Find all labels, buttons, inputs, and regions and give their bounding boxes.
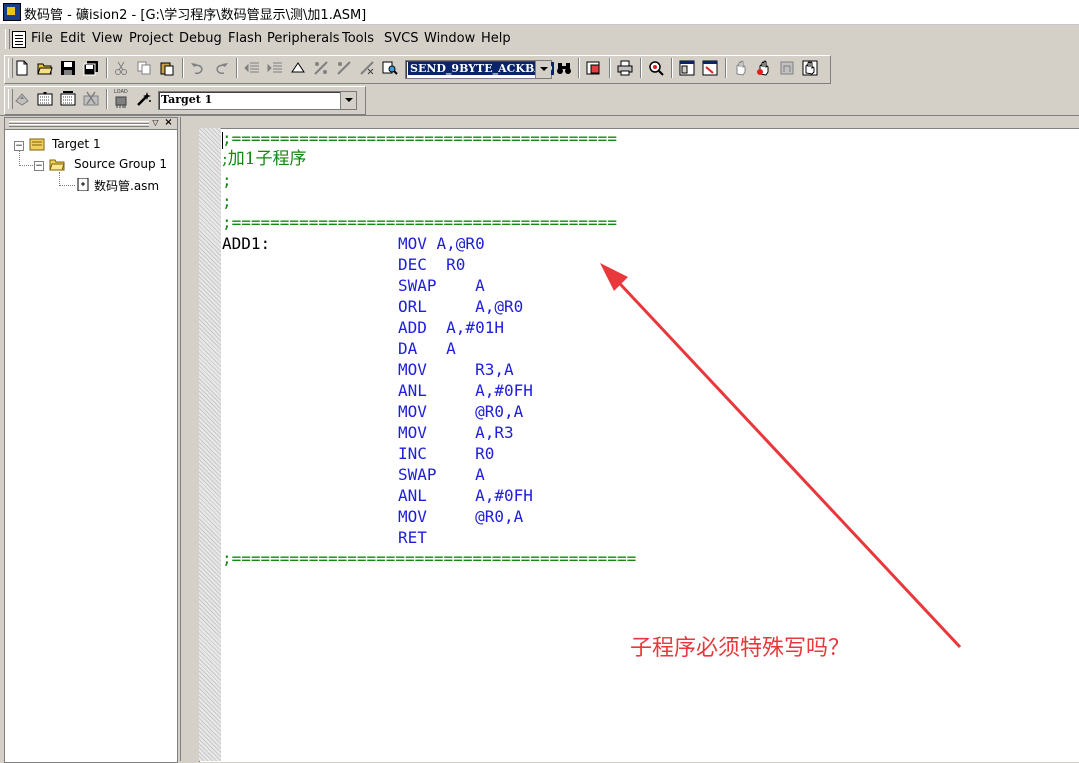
annotation-arrow-icon [600, 263, 962, 649]
stop-build-icon[interactable] [83, 91, 99, 107]
code-line: MOV A,R3 [398, 423, 514, 442]
tree-target[interactable]: Target 1 [52, 137, 101, 151]
bookmark-next-icon[interactable] [313, 60, 329, 76]
folder-open-icon [49, 159, 65, 171]
save-icon[interactable] [60, 60, 76, 76]
code-label: ADD1: [222, 234, 271, 253]
target-icon [29, 138, 45, 151]
code-line: ANL A,#0FH [398, 381, 533, 400]
comment-separator: ;=======================================… [222, 213, 617, 232]
code-line: MOV A,@R0 [398, 234, 485, 253]
code-line: RET [398, 528, 427, 547]
code-line: SWAP A [398, 465, 485, 484]
undo-icon[interactable] [190, 60, 206, 76]
menu-debug[interactable]: Debug [179, 31, 222, 46]
app-icon [3, 3, 21, 21]
save-all-icon[interactable] [83, 60, 99, 76]
toolbar-grip[interactable] [8, 58, 13, 78]
comment-separator-bottom: ;=======================================… [222, 549, 637, 568]
menu-edit[interactable]: Edit [60, 31, 85, 46]
pane-close-icon[interactable]: × [163, 118, 174, 128]
comment-line: ; [222, 171, 232, 190]
file-toolbar: SEND_9BYTE_ACKBAO [0, 54, 1079, 84]
open-folder-icon[interactable] [37, 60, 53, 76]
target-combo-dropdown-icon[interactable] [340, 92, 356, 109]
pane-restore-icon[interactable]: ▽ [150, 118, 161, 128]
target-expand-toggle[interactable]: − [14, 141, 24, 151]
output-window-icon[interactable] [702, 60, 718, 76]
pane-header: ▽ × [5, 118, 177, 130]
build-toolbar: LOAD Target 1 [0, 85, 1079, 115]
flash-chip-icon [115, 96, 127, 108]
target-combo[interactable]: Target 1 [158, 91, 357, 110]
rebuild-all-icon[interactable] [60, 91, 76, 107]
code-line: ANL A,#0FH [398, 486, 533, 505]
comment-title: ;加1子程序 [222, 149, 307, 169]
menu-peripherals[interactable]: Peripherals [267, 31, 340, 46]
debug-start-icon[interactable] [648, 60, 664, 76]
annotation-question: 子程序必须特殊写吗？ [630, 636, 851, 661]
hand-all-icon[interactable] [802, 60, 818, 76]
menu-window[interactable]: Window [424, 31, 475, 46]
code-line: INC R0 [398, 444, 495, 463]
code-line: ADD A,#01H [398, 318, 504, 337]
print-icon[interactable] [617, 60, 633, 76]
project-window-icon[interactable] [679, 60, 695, 76]
hand-stop-icon[interactable] [756, 60, 772, 76]
menu-bar: File Edit View Project Debug Flash Perip… [0, 26, 1079, 52]
bookmark-clear-icon[interactable] [359, 60, 375, 76]
document-icon[interactable] [12, 31, 26, 48]
download-load-icon[interactable]: LOAD [113, 89, 129, 111]
title-bar: 数码管 - 礦ision2 - [G:\学习程序\数码管显示\测\加1.ASM] [0, 0, 1079, 25]
menubar-grip[interactable] [5, 29, 10, 49]
comment-separator-top: ;=======================================… [222, 129, 617, 148]
find-combo-value[interactable]: SEND_9BYTE_ACKBAO [408, 62, 555, 75]
redo-icon[interactable] [213, 60, 229, 76]
menu-svcs[interactable]: SVCS [384, 31, 418, 46]
code-line: ORL A,@R0 [398, 297, 524, 316]
splitter[interactable] [180, 117, 196, 761]
code-line: MOV @R0,A [398, 507, 524, 526]
new-file-icon[interactable] [14, 60, 30, 76]
code-line: DEC R0 [398, 255, 466, 274]
menu-flash[interactable]: Flash [228, 31, 262, 46]
hand-icon[interactable] [733, 60, 749, 76]
menu-project[interactable]: Project [129, 31, 173, 46]
find-in-files-icon[interactable] [382, 60, 398, 76]
editor-gutter [199, 128, 221, 761]
comment-line: ; [222, 192, 232, 211]
paste-icon[interactable] [159, 60, 175, 76]
find-combo[interactable]: SEND_9BYTE_ACKBAO [405, 60, 555, 79]
bookmark-toggle-icon[interactable] [290, 60, 306, 76]
tree-file[interactable]: 数码管.asm [94, 177, 159, 194]
binoculars-icon[interactable] [556, 60, 572, 76]
menu-help[interactable]: Help [481, 31, 511, 46]
code-line: MOV @R0,A [398, 402, 524, 421]
unindent-icon[interactable] [244, 60, 260, 76]
menu-tools[interactable]: Tools [342, 31, 374, 46]
translate-icon[interactable] [14, 91, 30, 107]
indent-icon[interactable] [267, 60, 283, 76]
hand-disabled-icon[interactable] [779, 60, 795, 76]
find-combo-dropdown-icon[interactable] [535, 61, 551, 78]
window-title: 数码管 - 礦ision2 - [G:\学习程序\数码管显示\测\加1.ASM] [24, 8, 367, 23]
menu-file[interactable]: File [31, 31, 53, 46]
copy-icon[interactable] [136, 60, 152, 76]
bookmark-prev-icon[interactable] [336, 60, 352, 76]
code-line: DA A [398, 339, 456, 358]
asm-file-icon [77, 178, 89, 191]
tree-source-group[interactable]: Source Group 1 [74, 157, 167, 171]
project-workspace[interactable]: ▽ × − Target 1 − Source Group 1 数码管.asm [4, 117, 178, 763]
menu-view[interactable]: View [92, 31, 123, 46]
browse-icon[interactable] [586, 60, 602, 76]
code-line: MOV R3,A [398, 360, 514, 379]
build-target-icon[interactable] [37, 91, 53, 107]
options-magic-wand-icon[interactable] [136, 91, 152, 107]
cut-icon[interactable] [113, 60, 129, 76]
group-expand-toggle[interactable]: − [34, 161, 44, 171]
toolbar-grip[interactable] [8, 89, 13, 109]
target-combo-value[interactable]: Target 1 [161, 93, 212, 106]
code-line: SWAP A [398, 276, 485, 295]
